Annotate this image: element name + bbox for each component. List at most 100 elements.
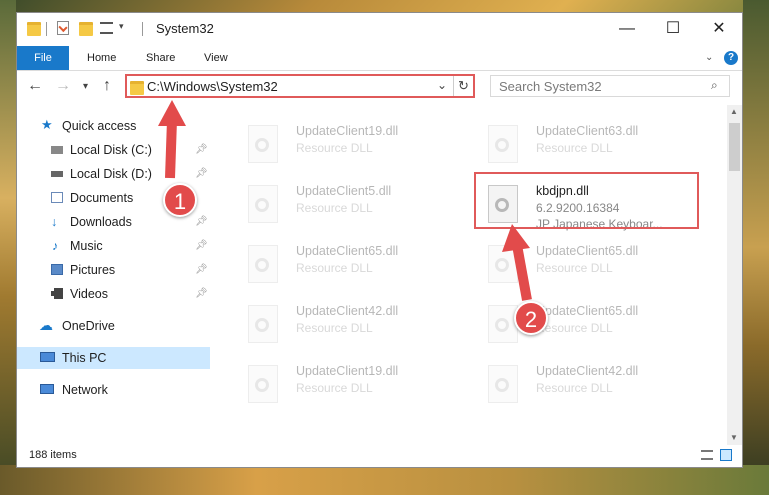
folder-icon	[130, 81, 144, 95]
nav-videos[interactable]: Videos 📌︎	[17, 283, 210, 305]
cloud-icon: ☁	[39, 317, 53, 333]
file-description: Resource DLL	[296, 381, 373, 395]
pin-icon[interactable]: 📌︎	[195, 259, 208, 281]
file-name: UpdateClient65.dll	[536, 244, 639, 258]
nav-label: Local Disk (D:)	[70, 167, 152, 181]
address-bar-row: ← → ▾ ↑ C:\Windows\System32 ⌄ ↻ Search S…	[17, 71, 742, 103]
customize-dropdown-icon[interactable]: ▾	[119, 21, 124, 32]
divider	[142, 22, 143, 36]
view-options-icon[interactable]	[100, 22, 113, 34]
nav-label: Network	[62, 383, 108, 397]
scroll-down-icon[interactable]: ▼	[730, 433, 738, 442]
help-icon[interactable]: ?	[724, 51, 738, 65]
file-highlight-annotation	[474, 172, 699, 229]
nav-this-pc[interactable]: This PC	[17, 347, 210, 369]
up-arrow-icon[interactable]: ↑	[103, 77, 111, 95]
documents-icon	[51, 192, 63, 203]
maximize-button[interactable]: ☐	[650, 13, 696, 45]
refresh-icon[interactable]: ↻	[458, 78, 469, 94]
list-item[interactable]: UpdateClient19.dll Resource DLL	[234, 361, 454, 411]
divider	[453, 76, 454, 96]
nav-network[interactable]: Network	[17, 379, 210, 401]
list-item[interactable]: UpdateClient42.dll Resource DLL	[234, 301, 454, 351]
file-explorer-window: ▾ System32 — ☐ ✕ File Home Share View ⌄ …	[16, 12, 743, 468]
list-item[interactable]: UpdateClient19.dll Resource DLL	[234, 121, 454, 171]
properties-icon[interactable]	[57, 21, 69, 35]
title-bar: ▾ System32 — ☐ ✕	[17, 13, 742, 46]
nav-quick-access[interactable]: ★ Quick access	[17, 115, 210, 137]
step-badge-2: 2	[514, 301, 548, 335]
list-item[interactable]: UpdateClient65.dll Resource DLL	[234, 241, 454, 291]
nav-local-disk-d[interactable]: Local Disk (D:) 📌︎	[17, 163, 210, 185]
address-dropdown-chevron-icon[interactable]: ⌄	[437, 78, 447, 92]
file-name: UpdateClient5.dll	[296, 184, 392, 198]
list-item[interactable]: UpdateClient65.dll Resource DLL	[474, 241, 694, 291]
file-description: Resource DLL	[536, 261, 613, 275]
file-description: Resource DLL	[296, 201, 373, 215]
back-arrow-icon[interactable]: ←	[27, 77, 43, 95]
list-item[interactable]: UpdateClient63.dll Resource DLL	[474, 121, 694, 171]
videos-icon	[51, 288, 63, 299]
nav-label: Local Disk (C:)	[70, 143, 152, 157]
drive-icon	[51, 171, 63, 177]
navigation-pane: ★ Quick access Local Disk (C:) 📌︎ Local …	[17, 105, 210, 445]
nav-local-disk-c[interactable]: Local Disk (C:) 📌︎	[17, 139, 210, 161]
dll-file-icon	[248, 305, 278, 343]
ribbon-tabs: File Home Share View ⌄ ?	[17, 46, 742, 71]
desktop-background-bottom	[0, 465, 769, 495]
list-item[interactable]: UpdateClient42.dll Resource DLL	[474, 361, 694, 411]
file-list: UpdateClient19.dll Resource DLL UpdateCl…	[222, 105, 725, 445]
list-item[interactable]: UpdateClient65.dll Resource DLL	[474, 301, 694, 351]
pictures-icon	[51, 264, 63, 275]
file-name: UpdateClient65.dll	[296, 244, 399, 258]
vertical-scrollbar[interactable]: ▲ ▼	[727, 105, 742, 445]
tab-view[interactable]: View	[204, 46, 228, 70]
computer-icon	[40, 352, 55, 362]
large-icons-view-icon[interactable]	[720, 449, 732, 461]
address-path: C:\Windows\System32	[147, 79, 278, 94]
divider	[46, 22, 47, 36]
pin-icon[interactable]: 📌︎	[195, 235, 208, 257]
pin-icon[interactable]: 📌︎	[195, 139, 208, 161]
nav-label: This PC	[62, 351, 107, 365]
step-badge-1: 1	[163, 183, 197, 217]
nav-label: OneDrive	[62, 319, 115, 333]
nav-label: Pictures	[70, 263, 116, 277]
details-view-icon[interactable]	[701, 450, 713, 460]
file-name: UpdateClient19.dll	[296, 364, 399, 378]
ribbon-expand-chevron-icon[interactable]: ⌄	[705, 46, 713, 70]
dll-file-icon	[488, 365, 518, 403]
close-button[interactable]: ✕	[696, 13, 742, 45]
dll-file-icon	[488, 245, 518, 283]
dll-file-icon	[248, 185, 278, 223]
search-input[interactable]: Search System32 ⌕	[490, 75, 730, 97]
list-item[interactable]: UpdateClient5.dll Resource DLL	[234, 181, 454, 231]
nav-pictures[interactable]: Pictures 📌︎	[17, 259, 210, 281]
nav-label: Quick access	[62, 119, 137, 133]
dll-file-icon	[248, 365, 278, 403]
music-icon: ♪	[52, 239, 59, 253]
drive-icon	[51, 146, 63, 154]
scrollbar-thumb[interactable]	[729, 123, 740, 171]
new-folder-icon[interactable]	[79, 22, 93, 36]
search-icon: ⌕	[711, 78, 718, 92]
nav-music[interactable]: ♪ Music 📌︎	[17, 235, 210, 257]
address-bar[interactable]: C:\Windows\System32 ⌄ ↻	[125, 74, 475, 98]
file-name: UpdateClient42.dll	[536, 364, 639, 378]
tab-share[interactable]: Share	[146, 46, 175, 70]
forward-arrow-icon[interactable]: →	[55, 77, 71, 95]
pin-icon[interactable]: 📌︎	[195, 163, 208, 185]
nav-onedrive[interactable]: ☁ OneDrive	[17, 315, 210, 337]
folder-icon	[27, 22, 41, 36]
tab-home[interactable]: Home	[87, 46, 116, 70]
pin-icon[interactable]: 📌︎	[195, 283, 208, 305]
dll-file-icon	[248, 125, 278, 163]
network-icon	[40, 384, 54, 394]
scroll-up-icon[interactable]: ▲	[730, 107, 738, 116]
nav-label: Downloads	[70, 215, 132, 229]
pin-icon[interactable]: 📌︎	[195, 211, 208, 233]
tab-file[interactable]: File	[17, 46, 69, 70]
recent-locations-chevron-icon[interactable]: ▾	[83, 81, 88, 92]
downloads-icon: ↓	[51, 215, 58, 229]
minimize-button[interactable]: —	[604, 13, 650, 45]
